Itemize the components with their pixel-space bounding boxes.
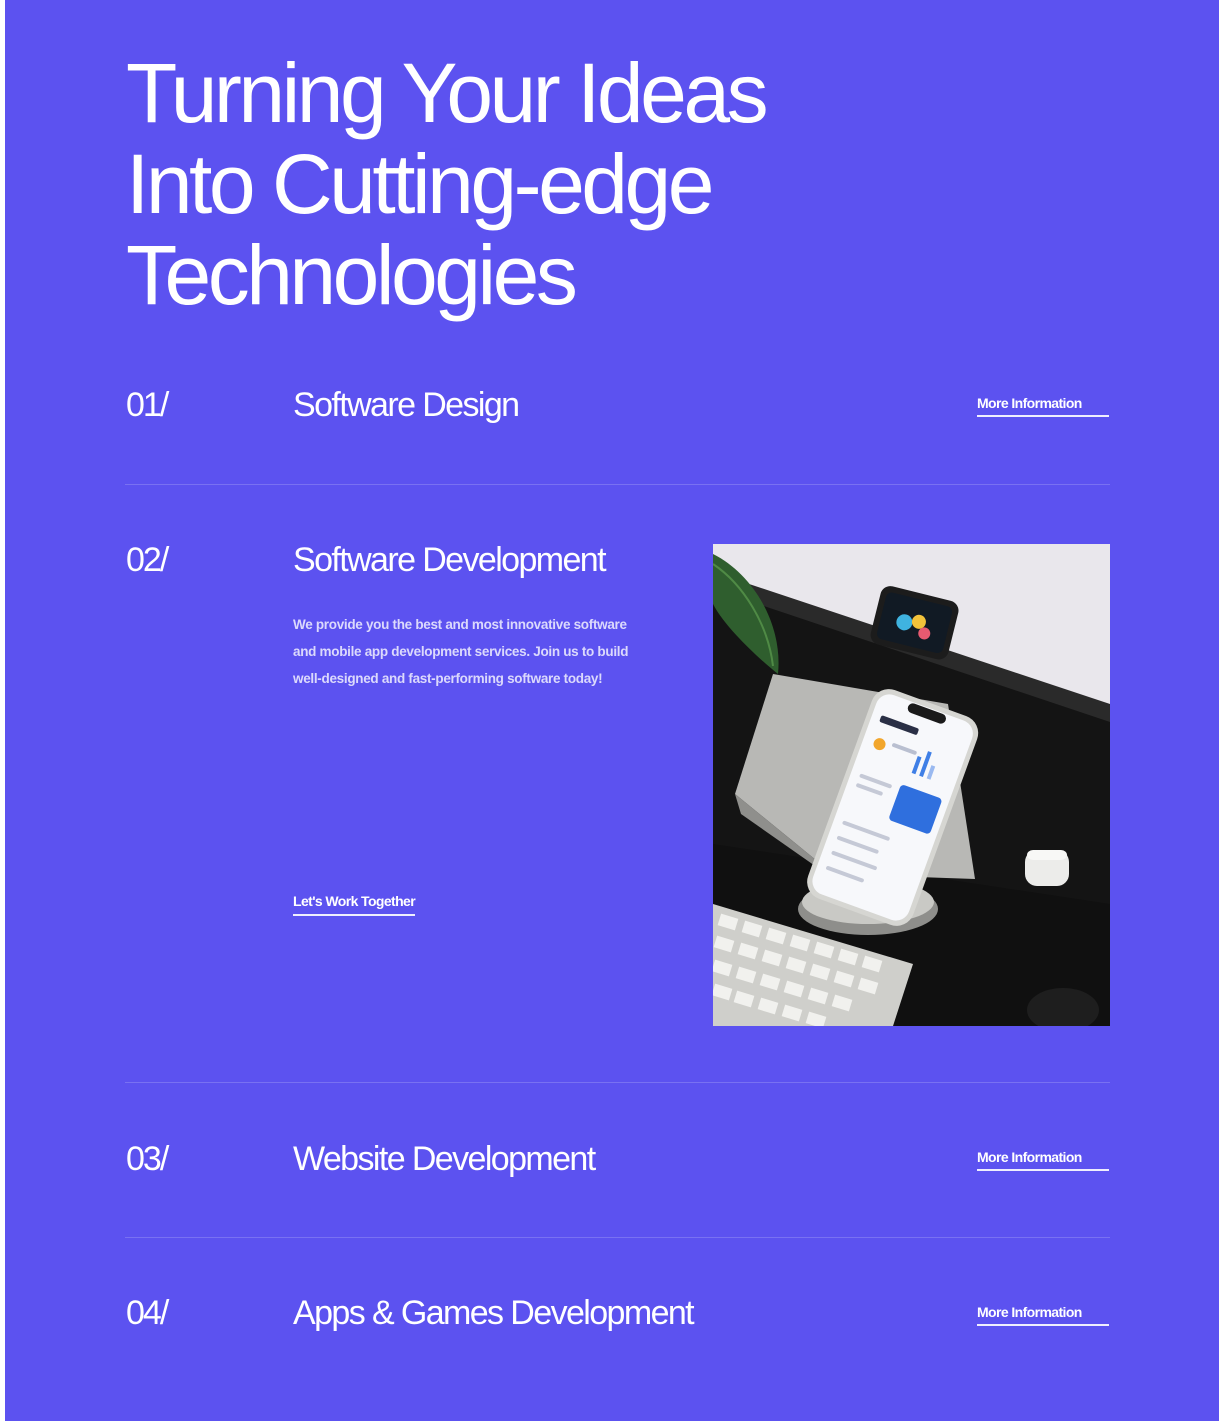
divider (125, 484, 1110, 485)
service-image (713, 544, 1110, 1026)
service-title-software-design: Software Design (293, 386, 520, 424)
divider (125, 1082, 1110, 1083)
service-title-apps-games-development: Apps & Games Development (293, 1294, 695, 1332)
hero-title-line-2: Into Cutting-edge (126, 137, 714, 231)
service-number-04: 04/ (126, 1294, 169, 1332)
service-number-03: 03/ (126, 1140, 169, 1178)
more-information-link-website-development[interactable]: More Information (977, 1149, 1109, 1171)
service-number-01: 01/ (126, 386, 169, 424)
more-information-link-software-design[interactable]: More Information (977, 395, 1109, 417)
phone-on-stand-illustration (713, 544, 1110, 1026)
lets-work-together-link[interactable]: Let's Work Together (293, 893, 416, 916)
services-section: Turning Your Ideas Into Cutting-edge Tec… (5, 0, 1219, 1421)
hero-title: Turning Your Ideas Into Cutting-edge Tec… (126, 48, 846, 321)
hero-title-line-1: Turning Your Ideas (126, 46, 769, 140)
service-title-software-development: Software Development (293, 541, 607, 579)
service-title-website-development: Website Development (293, 1140, 596, 1178)
divider (125, 1237, 1110, 1238)
more-information-link-apps-games-development[interactable]: More Information (977, 1304, 1109, 1326)
service-description: We provide you the best and most innovat… (293, 617, 629, 686)
service-number-02: 02/ (126, 541, 169, 579)
hero-title-line-3: Technologies (126, 228, 578, 322)
